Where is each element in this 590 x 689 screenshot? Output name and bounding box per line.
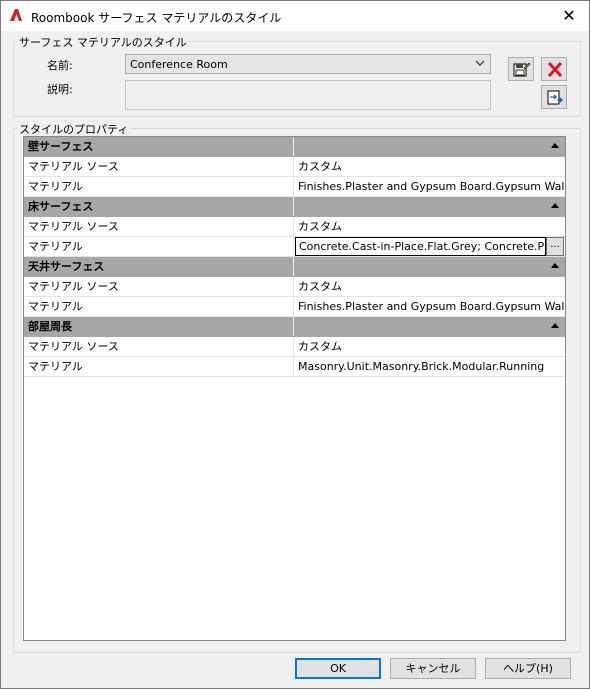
property-row[interactable]: マテリアル Finishes.Plaster and Gypsum Board.…: [24, 297, 565, 317]
property-grid[interactable]: 壁サーフェス マテリアル ソース カスタム マテリアル Finishes.Pla…: [23, 136, 566, 641]
property-name: マテリアル: [24, 237, 294, 256]
property-row[interactable]: マテリアル ソース カスタム: [24, 217, 565, 237]
category-fill: [294, 137, 565, 156]
save-edit-icon: [513, 62, 531, 77]
property-row[interactable]: マテリアル Finishes.Plaster and Gypsum Board.…: [24, 177, 565, 197]
property-value[interactable]: カスタム: [294, 217, 565, 236]
description-label: 説明:: [47, 83, 73, 96]
property-name: マテリアル ソース: [24, 277, 294, 296]
description-field[interactable]: [125, 80, 491, 110]
property-name: マテリアル: [24, 297, 294, 316]
collapse-arrow-icon[interactable]: [551, 323, 559, 328]
import-export-icon: [547, 90, 563, 105]
title-bar: Roombook サーフェス マテリアルのスタイル ✕: [1, 1, 589, 31]
category-header-wall[interactable]: 壁サーフェス: [24, 137, 565, 157]
property-name: マテリアル: [24, 177, 294, 196]
category-header-ceiling[interactable]: 天井サーフェス: [24, 257, 565, 277]
collapse-arrow-icon[interactable]: [551, 263, 559, 268]
property-value[interactable]: Finishes.Plaster and Gypsum Board.Gypsum…: [294, 297, 565, 316]
property-value[interactable]: カスタム: [294, 337, 565, 356]
autocad-app-icon: [10, 9, 22, 21]
close-icon[interactable]: ✕: [549, 1, 589, 31]
cancel-button[interactable]: キャンセル: [390, 658, 476, 679]
window-title: Roombook サーフェス マテリアルのスタイル: [31, 11, 282, 25]
import-export-button[interactable]: [541, 85, 567, 109]
material-edit-field[interactable]: Concrete.Cast-in-Place.Flat.Grey; Concre…: [295, 237, 546, 256]
browse-ellipsis-button[interactable]: ...: [546, 237, 564, 256]
dialog-window: Roombook サーフェス マテリアルのスタイル ✕ サーフェス マテリアルの…: [0, 0, 590, 689]
style-group-legend: サーフェス マテリアルのスタイル: [17, 34, 189, 50]
property-value[interactable]: カスタム: [294, 277, 565, 296]
property-row[interactable]: マテリアル Masonry.Unit.Masonry.Brick.Modular…: [24, 357, 565, 377]
style-name-combobox[interactable]: Conference Room: [125, 54, 491, 74]
category-header-perimeter[interactable]: 部屋周長: [24, 317, 565, 337]
property-value[interactable]: Finishes.Plaster and Gypsum Board.Gypsum…: [294, 177, 565, 196]
category-label: 壁サーフェス: [24, 137, 294, 156]
delete-x-icon: [547, 61, 563, 78]
chevron-down-icon: [475, 60, 485, 66]
name-label: 名前:: [47, 59, 73, 72]
property-row[interactable]: マテリアル ソース カスタム: [24, 157, 565, 177]
category-header-floor[interactable]: 床サーフェス: [24, 197, 565, 217]
collapse-arrow-icon[interactable]: [551, 143, 559, 148]
category-fill: [294, 317, 565, 336]
collapse-arrow-icon[interactable]: [551, 203, 559, 208]
property-name: マテリアル ソース: [24, 217, 294, 236]
category-label: 部屋周長: [24, 317, 294, 336]
category-fill: [294, 197, 565, 216]
property-name: マテリアル: [24, 357, 294, 376]
property-row[interactable]: マテリアル ソース カスタム: [24, 277, 565, 297]
property-name: マテリアル ソース: [24, 157, 294, 176]
category-label: 天井サーフェス: [24, 257, 294, 276]
properties-group-legend: スタイルのプロパティ: [17, 121, 131, 137]
category-label: 床サーフェス: [24, 197, 294, 216]
save-style-button[interactable]: [508, 57, 534, 81]
property-row[interactable]: マテリアル ソース カスタム: [24, 337, 565, 357]
ok-button[interactable]: OK: [295, 658, 381, 679]
category-fill: [294, 257, 565, 276]
property-row[interactable]: マテリアル Concrete.Cast-in-Place.Flat.Grey; …: [24, 237, 565, 257]
property-value[interactable]: Masonry.Unit.Masonry.Brick.Modular.Runni…: [294, 357, 565, 376]
property-name: マテリアル ソース: [24, 337, 294, 356]
delete-style-button[interactable]: [541, 57, 567, 81]
style-name-value: Conference Room: [130, 58, 228, 71]
property-value[interactable]: カスタム: [294, 157, 565, 176]
help-button[interactable]: ヘルプ(H): [485, 658, 571, 679]
